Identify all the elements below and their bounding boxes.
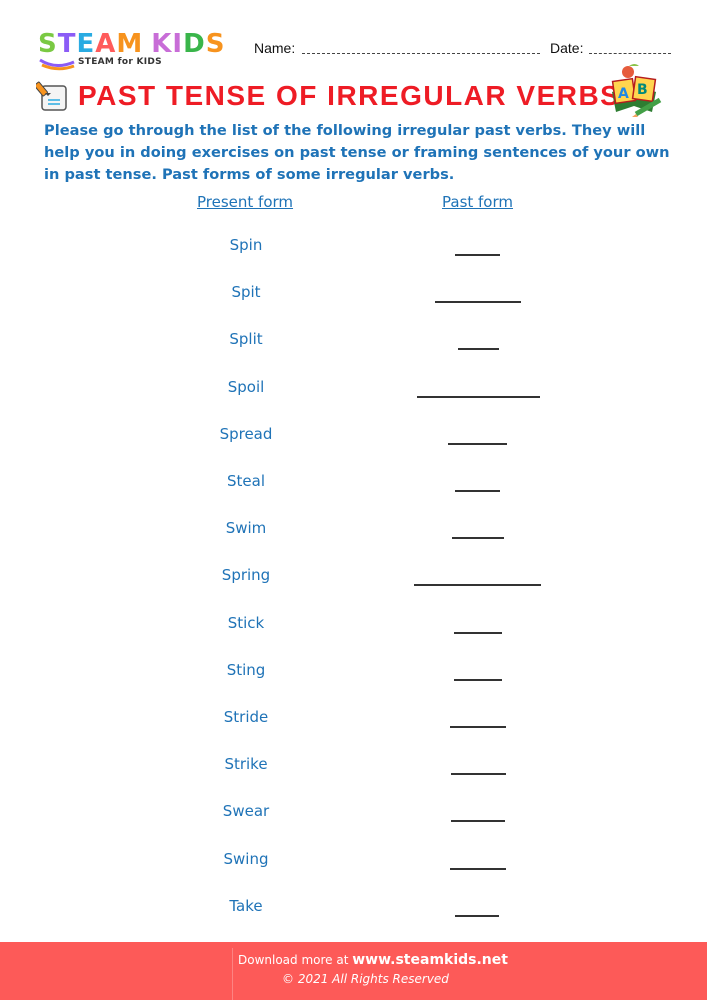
present-form-verb: Split [229, 330, 263, 349]
past-form-blank[interactable] [452, 537, 504, 540]
present-form-verb: Spring [221, 566, 271, 585]
past-form-blank[interactable] [451, 820, 505, 823]
present-form-verb: Spoil [227, 377, 265, 396]
logo-swoosh-icon [39, 58, 75, 71]
column-header-present: Present form [197, 193, 294, 211]
past-form-blank[interactable] [451, 773, 506, 776]
pencil-scroll-icon [36, 81, 67, 111]
past-form-blank[interactable] [455, 490, 500, 492]
footer-copyright: © 2021 All Rights Reserved [282, 972, 449, 986]
past-form-blank[interactable] [450, 726, 506, 728]
present-form-verb: Stride [223, 708, 269, 726]
verb-row: Spring [0, 566, 707, 596]
verb-row: Swear [0, 802, 707, 832]
past-form-blank[interactable] [455, 254, 500, 256]
verb-row: Steal [0, 472, 707, 502]
column-header-past: Past form [442, 193, 514, 211]
present-form-verb: Swing [223, 849, 269, 868]
page-title: PAST TENSE OF IRREGULAR VERBS [78, 80, 621, 111]
present-form-verb: Spin [229, 236, 263, 254]
steam-kids-logo: STEAM KIDS STEAM for KIDS [38, 30, 238, 74]
verb-row: Swing [0, 850, 707, 880]
present-form-verb: Stick [227, 613, 265, 632]
present-form-verb: Steal [227, 472, 265, 490]
present-form-verb: Swim [225, 519, 267, 538]
svg-text:A: A [618, 86, 629, 102]
past-form-blank[interactable] [455, 914, 499, 917]
present-form-verb: Spread [219, 424, 273, 443]
svg-text:B: B [637, 82, 648, 98]
logo-letter: E [76, 29, 96, 59]
logo-letter: S [38, 29, 58, 59]
verb-row: Split [0, 330, 707, 360]
verb-row: Spread [0, 425, 707, 455]
present-form-verb: Sting [226, 660, 266, 679]
verb-row: Strike [0, 755, 707, 785]
past-form-blank[interactable] [454, 678, 502, 681]
verb-row: Spin [0, 236, 707, 266]
verb-row: Spit [0, 283, 707, 313]
past-form-blank[interactable] [458, 348, 499, 351]
past-form-blank[interactable] [417, 395, 540, 398]
past-form-blank[interactable] [414, 584, 541, 587]
name-label: Name: [254, 40, 296, 56]
date-field[interactable] [589, 53, 671, 54]
past-form-blank[interactable] [450, 867, 506, 870]
verb-row: Swim [0, 519, 707, 549]
abc-book-icon: A B [611, 64, 662, 117]
instructions-text: Please go through the list of the follow… [44, 122, 670, 183]
present-form-verb: Strike [224, 755, 268, 774]
past-form-blank[interactable] [435, 301, 521, 304]
past-form-blank[interactable] [448, 442, 507, 445]
verb-row: Spoil [0, 378, 707, 408]
footer-divider [232, 948, 233, 1000]
footer-url-link[interactable]: www.steamkids.net [352, 952, 508, 968]
verb-row: Take [0, 897, 707, 927]
logo-letter: A [95, 29, 117, 59]
past-form-blank[interactable] [454, 631, 502, 634]
logo-subtitle: STEAM for KIDS [78, 57, 162, 67]
logo-letter: K [151, 29, 173, 59]
logo-wordmark: STEAM KIDS [38, 30, 225, 58]
present-form-verb: Swear [222, 802, 270, 821]
date-label: Date: [550, 40, 584, 56]
present-form-verb: Take [229, 896, 263, 915]
logo-letter: D [183, 29, 206, 59]
logo-letter: S [205, 29, 226, 59]
footer-download: Download more at www.steamkids.net [238, 952, 508, 968]
footer-download-text: Download more at [238, 953, 349, 967]
name-field[interactable] [302, 53, 540, 54]
verb-row: Stride [0, 708, 707, 738]
footer [0, 942, 707, 1000]
verb-row: Stick [0, 614, 707, 644]
logo-letter: T [57, 29, 77, 59]
present-form-verb: Spit [231, 283, 261, 302]
logo-letter: I [172, 29, 184, 59]
verb-row: Sting [0, 661, 707, 691]
logo-letter: M [116, 29, 144, 59]
